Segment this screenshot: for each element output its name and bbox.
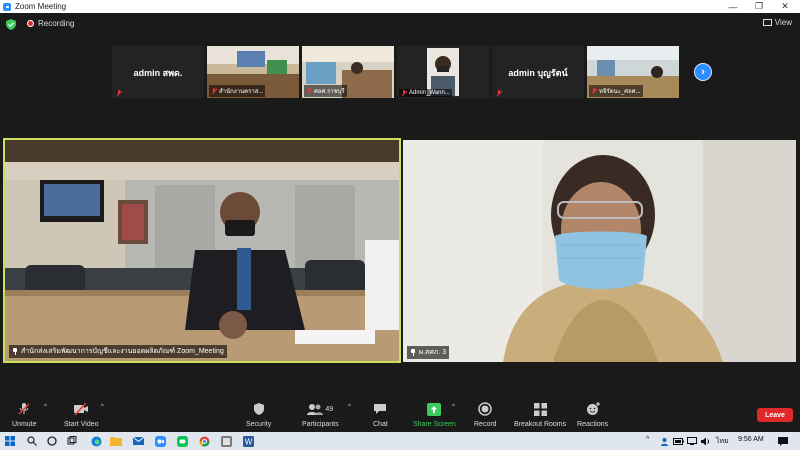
start-video-label: Start Video (64, 421, 99, 428)
mic-muted-icon (591, 88, 597, 94)
video-scene-meeting-room (5, 140, 399, 361)
reactions-label: Reactions (577, 421, 609, 428)
participant-name-text: สำนักส่งเสริมพัฒนาการบัญชีและงานยอดผลิตภ… (21, 348, 224, 355)
network-icon[interactable] (686, 435, 698, 447)
svg-text:W: W (244, 437, 252, 446)
mic-muted-icon (211, 88, 217, 94)
window-title: Zoom Meeting (15, 2, 67, 11)
video-options-caret-icon[interactable]: ^ (101, 404, 104, 410)
word-icon[interactable]: W (242, 435, 254, 447)
participant-name: admin สพด. (133, 68, 183, 78)
participant-name: admin บุญรัตน์ (508, 68, 568, 78)
shield-icon[interactable] (6, 19, 16, 30)
security-button[interactable]: Security (246, 402, 271, 428)
video-scene-person (403, 140, 796, 362)
microphone-muted-icon (18, 403, 30, 415)
recording-icon (27, 20, 34, 27)
chat-icon (374, 404, 387, 414)
chat-button[interactable]: Chat (373, 402, 388, 428)
recording-label: Recording (38, 19, 75, 28)
reactions-smiley-icon (586, 402, 600, 415)
record-label: Record (474, 421, 497, 428)
task-view-icon[interactable] (66, 435, 78, 447)
reactions-button[interactable]: Reactions (577, 402, 608, 428)
participant-thumbnail[interactable]: admin สพด. (112, 46, 204, 98)
meeting-topbar: Recording View (0, 13, 800, 35)
restore-icon[interactable]: ❐ (746, 0, 772, 13)
breakout-rooms-button[interactable]: Breakout Rooms (514, 402, 566, 428)
search-icon[interactable] (26, 435, 38, 447)
main-video-right[interactable]: ผ.สศภ. 3 (403, 140, 796, 362)
mic-muted-icon (401, 90, 407, 96)
cortana-icon[interactable] (46, 435, 58, 447)
chrome-icon[interactable] (198, 435, 210, 447)
pin-icon (12, 348, 18, 355)
participant-thumbnail[interactable]: Admin_Wann... (397, 46, 489, 98)
participant-thumbnail[interactable]: สำนักงานคราส... (207, 46, 299, 98)
participant-label: สำนักงานคราส... (219, 89, 264, 95)
close-icon[interactable]: ✕ (772, 0, 798, 13)
participant-name-text: ผ.สศภ. 3 (419, 349, 447, 356)
view-label: View (774, 18, 792, 27)
leave-button[interactable]: Leave (757, 408, 793, 422)
input-language[interactable]: ไทย (716, 436, 728, 447)
participants-count: 49 (325, 405, 334, 413)
participant-name-label: ผ.สศภ. 3 (407, 346, 450, 359)
windows-start-icon[interactable] (4, 435, 16, 447)
share-options-caret-icon[interactable]: ^ (452, 404, 455, 410)
participant-thumbnail[interactable]: หจิรัตนะ_ศลศ... (587, 46, 679, 98)
volume-icon[interactable] (700, 435, 712, 447)
share-screen-button[interactable]: Share Screen (413, 402, 456, 428)
participants-button[interactable]: 49 Participants (302, 402, 339, 428)
minimize-icon[interactable]: — (720, 0, 746, 13)
windows-taskbar: W ^ ไทย 9:56 AM (0, 432, 800, 450)
tray-person-icon[interactable] (658, 435, 670, 447)
next-page-arrow-icon[interactable]: › (694, 63, 712, 81)
participant-name-label: สำนักส่งเสริมพัฒนาการบัญชีและงานยอดผลิตภ… (9, 345, 227, 358)
participant-thumbnail[interactable]: ศลศ.ราชบุรี (302, 46, 394, 98)
security-label: Security (246, 421, 272, 428)
participants-label: Participants (302, 421, 339, 428)
mail-icon[interactable] (132, 435, 144, 447)
mic-muted-icon (116, 90, 122, 96)
line-app-icon[interactable] (176, 435, 188, 447)
zoom-taskbar-icon[interactable] (154, 435, 166, 447)
unmute-button[interactable]: Unmute (12, 402, 37, 428)
zoom-app-icon (3, 2, 11, 11)
record-icon (478, 402, 493, 416)
main-video-left[interactable]: สำนักส่งเสริมพัฒนาการบัญชีและงานยอดผลิตภ… (3, 138, 401, 363)
share-screen-label: Share Screen (413, 421, 456, 428)
window-titlebar: Zoom Meeting — ❐ ✕ (0, 0, 800, 13)
mic-muted-icon (306, 88, 312, 94)
participant-thumbnail[interactable]: admin บุญรัตน์ (492, 46, 584, 98)
pin-icon (410, 349, 416, 356)
share-screen-icon (427, 402, 442, 416)
participant-label: หจิรัตนะ_ศลศ... (599, 89, 641, 95)
edge-icon[interactable] (90, 435, 102, 447)
security-shield-icon (253, 403, 264, 415)
mic-muted-icon (496, 90, 502, 96)
battery-icon[interactable] (672, 435, 684, 447)
audio-options-caret-icon[interactable]: ^ (44, 404, 47, 410)
app-icon[interactable] (220, 435, 232, 447)
meeting-toolbar: Unmute ^ Start Video ^ Security 49 Parti… (0, 396, 800, 432)
file-explorer-icon[interactable] (110, 435, 122, 447)
view-button[interactable]: View (762, 18, 792, 27)
breakout-rooms-label: Breakout Rooms (514, 421, 567, 428)
participants-icon (307, 404, 324, 415)
participants-options-caret-icon[interactable]: ^ (348, 404, 351, 410)
participant-label: Admin_Wann... (409, 90, 450, 96)
breakout-rooms-icon (533, 402, 547, 416)
chat-label: Chat (373, 421, 388, 428)
notifications-icon[interactable] (777, 435, 789, 447)
start-video-button[interactable]: Start Video (64, 402, 99, 428)
participant-label: ศลศ.ราชบุรี (314, 89, 345, 95)
tray-overflow-caret-icon[interactable]: ^ (646, 436, 649, 443)
clock-time[interactable]: 9:56 AM (738, 436, 764, 443)
participant-thumbnail-strip: admin สพด. สำนักงานคราส... ศลศ.ราชบุรี A… (112, 46, 679, 98)
video-off-icon (74, 402, 89, 416)
record-button[interactable]: Record (474, 402, 497, 428)
unmute-label: Unmute (12, 421, 37, 428)
gallery-view-icon (762, 19, 772, 26)
